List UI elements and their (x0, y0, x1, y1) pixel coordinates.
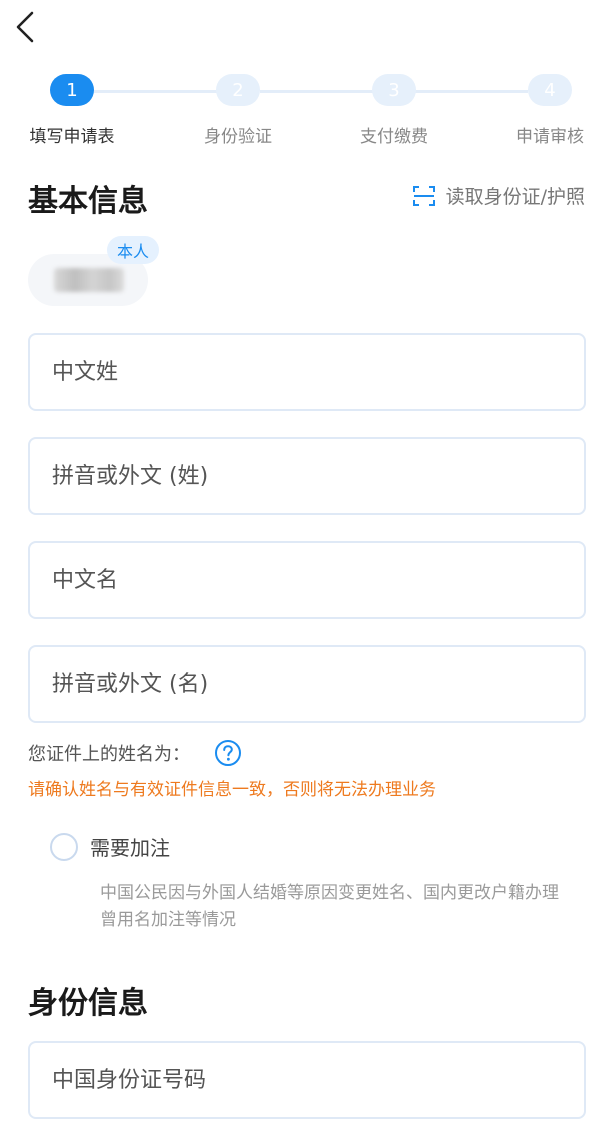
self-badge: 本人 (107, 236, 160, 264)
cn-given-name-input[interactable] (30, 543, 584, 617)
step-3: 3 支付缴费 (334, 70, 454, 147)
progress-stepper: 1 填写申请表 2 身份验证 3 支付缴费 4 申请审核 (0, 70, 611, 150)
question-circle-icon[interactable] (214, 739, 242, 767)
step-number: 2 (216, 74, 260, 106)
back-button[interactable] (12, 10, 40, 44)
cn-given-name-field[interactable] (28, 541, 586, 619)
basic-info-title: 基本信息 (28, 184, 148, 219)
scan-id-button[interactable]: 读取身份证/护照 (412, 182, 585, 209)
annotation-checkbox[interactable]: 需要加注 (50, 832, 170, 861)
name-warning: 请确认姓名与有效证件信息一致，否则将无法办理业务 (28, 780, 436, 800)
id-number-field[interactable] (28, 1041, 586, 1119)
id-number-input[interactable] (30, 1043, 584, 1117)
foreign-given-name-input[interactable] (30, 647, 584, 721)
id-info-title: 身份信息 (28, 986, 148, 1021)
cn-surname-field[interactable] (28, 333, 586, 411)
radio-circle-icon[interactable] (50, 832, 78, 861)
foreign-given-name-field[interactable] (28, 645, 586, 723)
foreign-surname-field[interactable] (28, 437, 586, 515)
name-hint-text: 您证件上的姓名为： (28, 744, 190, 765)
step-label: 填写申请表 (29, 127, 115, 147)
name-hint: 您证件上的姓名为： (28, 739, 242, 767)
foreign-surname-input[interactable] (30, 439, 584, 513)
step-2: 2 身份验证 (178, 70, 298, 147)
step-4: 4 申请审核 (490, 70, 610, 147)
cn-surname-input[interactable] (30, 335, 584, 409)
step-label: 申请审核 (516, 127, 584, 147)
step-1: 1 填写申请表 (12, 70, 132, 147)
step-number: 1 (50, 74, 94, 106)
step-label: 身份验证 (204, 127, 272, 147)
annotation-label: 需要加注 (90, 836, 170, 860)
annotation-note: 中国公民因与外国人结婚等原因变更姓名、国内更改户籍办理曾用名加注等情况 (100, 883, 559, 930)
step-number: 4 (528, 74, 572, 106)
applicant-name-redacted (54, 268, 124, 292)
step-label: 支付缴费 (360, 127, 428, 147)
chevron-left-icon (16, 11, 34, 43)
scan-icon (412, 185, 435, 206)
step-number: 3 (372, 74, 416, 106)
scan-label: 读取身份证/护照 (445, 186, 585, 208)
